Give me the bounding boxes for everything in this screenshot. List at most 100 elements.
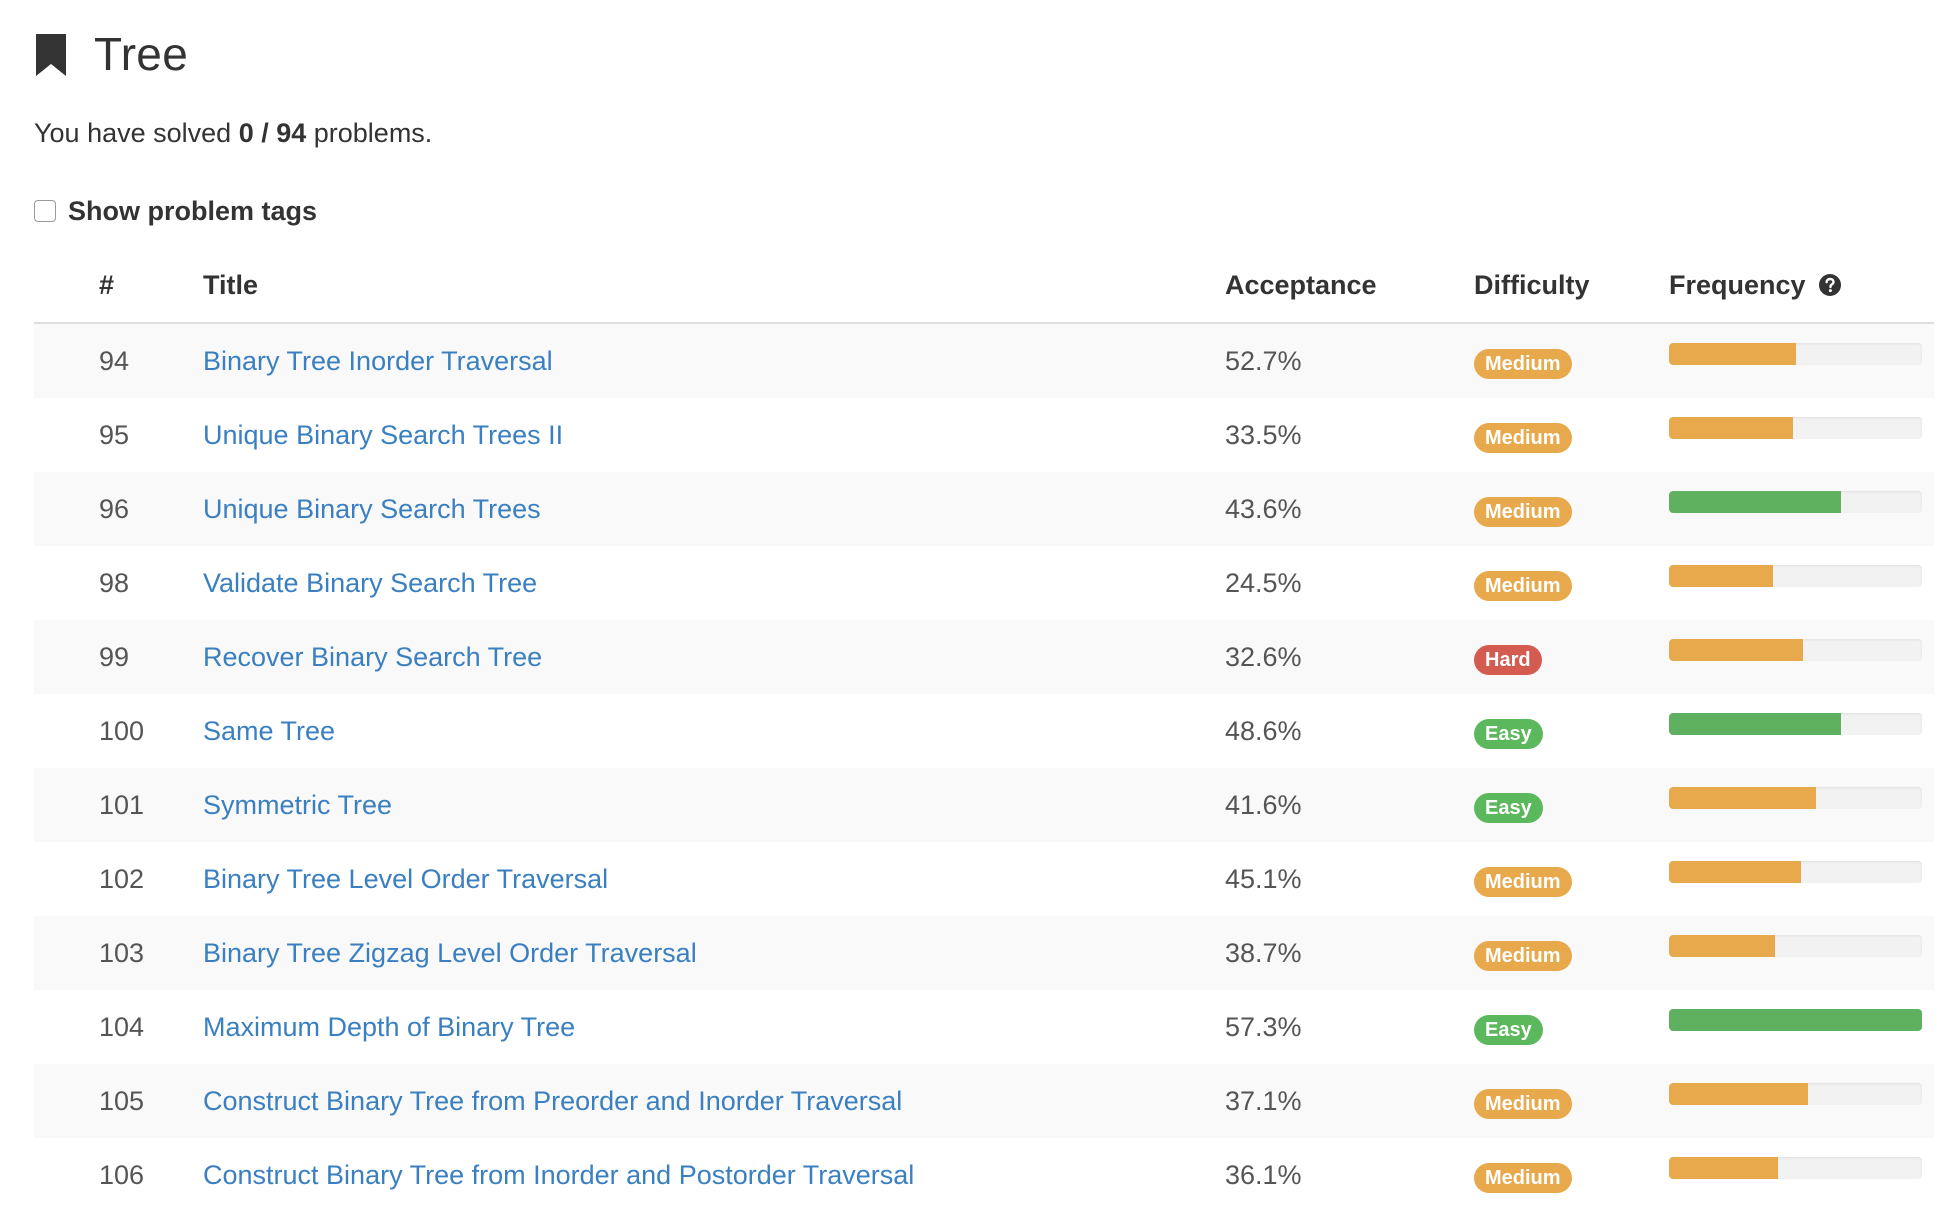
acceptance-rate: 57.3% bbox=[1225, 1011, 1302, 1042]
table-row: 102 Binary Tree Level Order Traversal 45.1… bbox=[34, 842, 1934, 916]
acceptance-rate: 45.1% bbox=[1225, 863, 1302, 894]
acceptance-rate: 33.5% bbox=[1225, 419, 1302, 450]
frequency-bar-fill bbox=[1669, 935, 1776, 957]
difficulty-cell: Medium bbox=[1473, 916, 1668, 990]
frequency-bar-fill bbox=[1669, 861, 1801, 883]
frequency-bar bbox=[1669, 713, 1922, 735]
problem-title-cell: Construct Binary Tree from Preorder and … bbox=[202, 1064, 1224, 1138]
problem-number: 96 bbox=[99, 493, 130, 524]
question-circle-icon[interactable] bbox=[1818, 273, 1842, 297]
problem-title-cell: Recover Binary Search Tree bbox=[202, 620, 1224, 694]
problem-number: 95 bbox=[99, 419, 130, 450]
column-header-frequency[interactable]: Frequency bbox=[1668, 248, 1934, 324]
solved-suffix: problems. bbox=[313, 118, 433, 148]
problem-title-link[interactable]: Symmetric Tree bbox=[203, 790, 392, 820]
column-header-title[interactable]: Title bbox=[202, 248, 1224, 324]
frequency-bar bbox=[1669, 861, 1922, 883]
frequency-bar bbox=[1669, 639, 1922, 661]
frequency-cell bbox=[1668, 546, 1934, 620]
frequency-bar bbox=[1669, 343, 1922, 365]
acceptance-rate: 43.6% bbox=[1225, 493, 1302, 524]
frequency-bar-fill bbox=[1669, 1157, 1778, 1179]
difficulty-cell: Medium bbox=[1473, 472, 1668, 546]
problem-title-cell: Binary Tree Inorder Traversal bbox=[202, 323, 1224, 398]
acceptance-rate: 52.7% bbox=[1225, 345, 1302, 376]
frequency-cell bbox=[1668, 842, 1934, 916]
problem-title-link[interactable]: Maximum Depth of Binary Tree bbox=[203, 1012, 575, 1042]
difficulty-cell: Medium bbox=[1473, 842, 1668, 916]
frequency-cell bbox=[1668, 323, 1934, 398]
show-tags-toggle[interactable]: Show problem tags bbox=[34, 174, 1916, 248]
problem-number: 104 bbox=[99, 1011, 145, 1042]
frequency-bar-fill bbox=[1669, 1083, 1809, 1105]
difficulty-cell: Medium bbox=[1473, 323, 1668, 398]
problem-title-cell: Binary Tree Zigzag Level Order Traversal bbox=[202, 916, 1224, 990]
acceptance-rate: 36.1% bbox=[1225, 1159, 1302, 1190]
problem-number: 106 bbox=[99, 1159, 145, 1190]
frequency-cell bbox=[1668, 472, 1934, 546]
frequency-cell bbox=[1668, 620, 1934, 694]
show-tags-label[interactable]: Show problem tags bbox=[68, 196, 317, 227]
table-row: 95 Unique Binary Search Trees II 33.5% Medi… bbox=[34, 398, 1934, 472]
frequency-bar-fill bbox=[1669, 787, 1816, 809]
table-row: 94 Binary Tree Inorder Traversal 52.7% Medi… bbox=[34, 323, 1934, 398]
problem-number: 99 bbox=[99, 641, 130, 672]
table-header-row: # Title Acceptance Difficulty Frequency bbox=[34, 248, 1934, 324]
acceptance-rate: 32.6% bbox=[1225, 641, 1302, 672]
problem-title-link[interactable]: Recover Binary Search Tree bbox=[203, 642, 542, 672]
frequency-cell bbox=[1668, 398, 1934, 472]
problem-title-cell: Binary Tree Level Order Traversal bbox=[202, 842, 1224, 916]
problem-number: 102 bbox=[99, 863, 145, 894]
problem-number: 103 bbox=[99, 937, 145, 968]
solved-summary: You have solved 0 / 94 problems. bbox=[34, 108, 1916, 158]
frequency-cell bbox=[1668, 694, 1934, 768]
frequency-cell bbox=[1668, 768, 1934, 842]
difficulty-cell: Hard bbox=[1473, 620, 1668, 694]
frequency-header: Frequency bbox=[1669, 270, 1842, 301]
problem-number: 98 bbox=[99, 567, 130, 598]
difficulty-badge: Medium bbox=[1474, 571, 1572, 601]
problem-title-cell: Construct Binary Tree from Inorder and P… bbox=[202, 1138, 1224, 1212]
difficulty-badge: Easy bbox=[1474, 1015, 1543, 1045]
problems-table-body: 94 Binary Tree Inorder Traversal 52.7% Medi… bbox=[34, 323, 1934, 1212]
frequency-bar-fill bbox=[1669, 713, 1842, 735]
frequency-bar bbox=[1669, 565, 1922, 587]
page: Tree You have solved 0 / 94 problems. Sh… bbox=[0, 0, 1950, 1212]
difficulty-badge: Easy bbox=[1474, 719, 1543, 749]
frequency-bar bbox=[1669, 417, 1922, 439]
problem-title-link[interactable]: Binary Tree Zigzag Level Order Traversal bbox=[203, 938, 697, 968]
difficulty-badge: Easy bbox=[1474, 793, 1543, 823]
column-header-number[interactable]: # bbox=[34, 248, 202, 324]
column-header-acceptance[interactable]: Acceptance bbox=[1224, 248, 1473, 324]
problem-title-link[interactable]: Same Tree bbox=[203, 716, 335, 746]
problem-title-link[interactable]: Unique Binary Search Trees bbox=[203, 494, 541, 524]
frequency-bar-fill bbox=[1669, 1009, 1922, 1031]
problem-title-cell: Unique Binary Search Trees bbox=[202, 472, 1224, 546]
column-header-difficulty[interactable]: Difficulty bbox=[1473, 248, 1668, 324]
frequency-bar-fill bbox=[1669, 491, 1842, 513]
difficulty-badge: Medium bbox=[1474, 1089, 1572, 1119]
difficulty-badge: Medium bbox=[1474, 497, 1572, 527]
table-row: 96 Unique Binary Search Trees 43.6% Medium bbox=[34, 472, 1934, 546]
problem-title-link[interactable]: Validate Binary Search Tree bbox=[203, 568, 537, 598]
difficulty-badge: Medium bbox=[1474, 423, 1572, 453]
solved-prefix: You have solved bbox=[34, 118, 232, 148]
show-tags-checkbox[interactable] bbox=[34, 200, 56, 222]
frequency-bar bbox=[1669, 935, 1922, 957]
frequency-header-label: Frequency bbox=[1669, 269, 1806, 300]
acceptance-rate: 41.6% bbox=[1225, 789, 1302, 820]
table-row: 101 Symmetric Tree 41.6% Easy bbox=[34, 768, 1934, 842]
problem-title-link[interactable]: Binary Tree Inorder Traversal bbox=[203, 346, 553, 376]
acceptance-rate: 37.1% bbox=[1225, 1085, 1302, 1116]
problem-title-link[interactable]: Construct Binary Tree from Inorder and P… bbox=[203, 1160, 914, 1190]
problem-title-link[interactable]: Unique Binary Search Trees II bbox=[203, 420, 563, 450]
problem-title-link[interactable]: Construct Binary Tree from Preorder and … bbox=[203, 1086, 902, 1116]
table-row: 98 Validate Binary Search Tree 24.5% Medium bbox=[34, 546, 1934, 620]
problem-title-link[interactable]: Binary Tree Level Order Traversal bbox=[203, 864, 608, 894]
frequency-bar-fill bbox=[1669, 639, 1804, 661]
difficulty-cell: Easy bbox=[1473, 694, 1668, 768]
difficulty-badge: Medium bbox=[1474, 941, 1572, 971]
frequency-cell bbox=[1668, 916, 1934, 990]
table-row: 106 Construct Binary Tree from Inorder an… bbox=[34, 1138, 1934, 1212]
frequency-bar bbox=[1669, 787, 1922, 809]
